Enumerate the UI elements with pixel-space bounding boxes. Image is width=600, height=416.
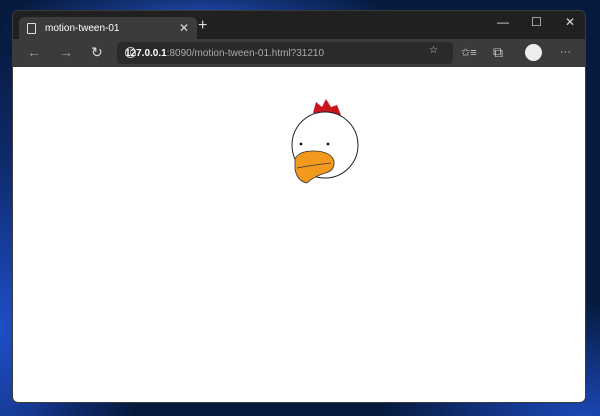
new-tab-button[interactable]: + <box>198 17 207 35</box>
tab-title: motion-tween-01 <box>45 22 120 34</box>
add-favorite-icon[interactable]: ☆ <box>429 45 438 56</box>
page-content <box>13 67 585 402</box>
tab-active[interactable]: motion-tween-01 ✕ <box>19 17 197 39</box>
toolbar: ← → ↻ i 127.0.0.1:8090/motion-tween-01.h… <box>13 39 585 67</box>
favorites-button[interactable]: ✩≡ <box>461 46 477 59</box>
back-button[interactable]: ← <box>27 44 41 60</box>
url-path: :8090/motion-tween-01.html?31210 <box>166 47 325 59</box>
address-bar[interactable]: i 127.0.0.1:8090/motion-tween-01.html?31… <box>117 42 453 64</box>
close-window-button[interactable]: ✕ <box>565 15 575 29</box>
info-icon[interactable]: i <box>125 47 136 58</box>
collections-button[interactable]: ⧉ <box>493 44 503 61</box>
chicken-head-graphic <box>291 99 359 184</box>
minimize-button[interactable]: — <box>497 15 509 29</box>
maximize-button[interactable]: ☐ <box>531 15 542 29</box>
chicken-eye-left <box>299 142 303 146</box>
page-icon <box>27 22 36 34</box>
more-menu-button[interactable]: ··· <box>560 46 571 58</box>
browser-window: motion-tween-01 ✕ + — ☐ ✕ ← → ↻ i 127.0.… <box>12 10 586 403</box>
profile-avatar[interactable] <box>525 44 542 61</box>
tab-close-button[interactable]: ✕ <box>179 21 189 35</box>
forward-button[interactable]: → <box>59 44 73 60</box>
tab-bar: motion-tween-01 ✕ + — ☐ ✕ <box>13 11 585 39</box>
reload-button[interactable]: ↻ <box>91 44 103 61</box>
chicken-eye-right <box>326 142 330 146</box>
